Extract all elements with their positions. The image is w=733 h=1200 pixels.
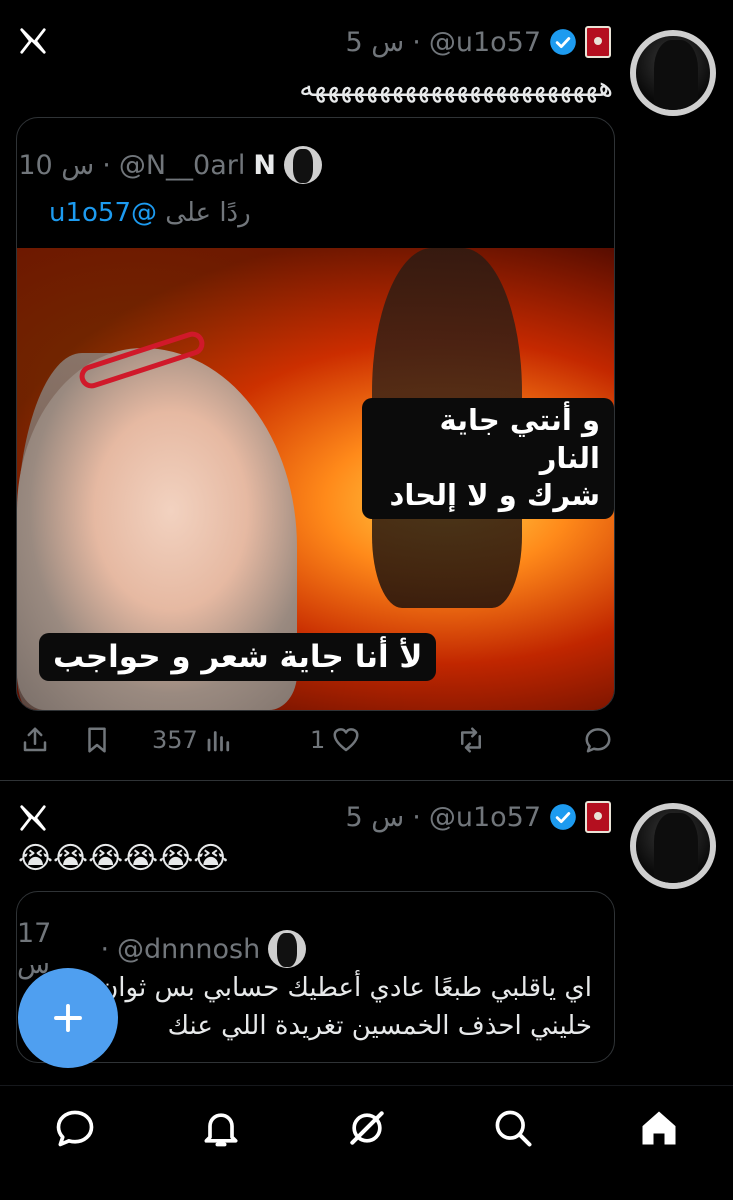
- views-icon: [207, 731, 229, 752]
- bottom-nav: [0, 1085, 733, 1200]
- notifications-icon[interactable]: [199, 1106, 243, 1150]
- tweet-header: 5 س · @u1o57: [345, 801, 611, 833]
- quote-text-line1: اي ياقلبي طبعًا عادي أعطيك حسابي بس ثوان: [99, 973, 592, 1003]
- quote-avatar[interactable]: [268, 930, 306, 968]
- like-button[interactable]: 1: [310, 725, 361, 755]
- quote-handle[interactable]: @N__0arl: [119, 150, 246, 181]
- avatar[interactable]: [630, 30, 716, 116]
- verified-badge-icon: [550, 804, 576, 830]
- views-button[interactable]: 357: [152, 725, 234, 755]
- retweet-icon: [461, 727, 481, 753]
- tweet-text: هههههههههههههههههههههههه: [299, 70, 613, 103]
- reply-prefix: ردًا على: [165, 198, 251, 228]
- reply-context: ردًا على @u1o57: [49, 198, 251, 228]
- tweet-actions: 357 1: [0, 725, 733, 759]
- quote-time: 10 س: [18, 149, 95, 181]
- x-logo-icon: [20, 28, 46, 54]
- meme-caption-top: و أنتي جاية النار شرك و لا إلحاد: [362, 398, 614, 520]
- tweet-text: 😭😭😭😭😭😭: [18, 841, 229, 876]
- flag-emoji-icon: [585, 801, 611, 833]
- tweet-time: 5 س: [345, 26, 405, 58]
- quote-handle[interactable]: @dnnnosh: [117, 934, 260, 965]
- quote-header: 10 س · @N__0arl N: [18, 146, 322, 184]
- like-count: 1: [310, 726, 326, 754]
- meme-caption-bottom: لأ أنا جاية شعر و حواجب: [39, 633, 437, 682]
- verified-badge-icon: [550, 29, 576, 55]
- tweet-handle[interactable]: @u1o57: [429, 27, 541, 58]
- flag-emoji-icon: [585, 26, 611, 58]
- bookmark-button[interactable]: [82, 725, 112, 755]
- meme-image[interactable]: و أنتي جاية النار شرك و لا إلحاد لأ أنا …: [17, 248, 614, 710]
- share-icon: [23, 727, 47, 752]
- plus-icon: [54, 1004, 82, 1032]
- tweet-header: 5 س · @u1o57: [345, 26, 611, 58]
- home-icon[interactable]: [637, 1106, 681, 1150]
- grok-icon[interactable]: [345, 1106, 389, 1150]
- share-button[interactable]: [20, 725, 50, 755]
- bookmark-icon: [88, 727, 106, 753]
- quote-name[interactable]: N: [253, 150, 276, 181]
- avatar[interactable]: [630, 803, 716, 889]
- tweet-2[interactable]: 5 س · @u1o57 😭😭😭😭😭😭 17 س · @dnnnosh اي ي…: [0, 781, 733, 1101]
- reply-icon: [585, 728, 611, 753]
- compose-button[interactable]: [18, 968, 118, 1068]
- tweet-handle[interactable]: @u1o57: [429, 802, 541, 833]
- meme-caption-top-line1: و أنتي جاية النار: [439, 403, 601, 475]
- tweet-1[interactable]: 5 س · @u1o57 هههههههههههههههههههههههه 10…: [0, 0, 733, 780]
- reply-mention[interactable]: @u1o57: [49, 198, 157, 228]
- heart-icon: [333, 728, 359, 752]
- x-logo-icon: [20, 805, 46, 831]
- quoted-tweet[interactable]: 10 س · @N__0arl N ردًا على @u1o57 و أنتي…: [16, 117, 615, 711]
- quote-avatar[interactable]: [284, 146, 322, 184]
- reply-button[interactable]: [583, 725, 613, 755]
- search-icon[interactable]: [491, 1106, 535, 1150]
- retweet-button[interactable]: [456, 725, 486, 755]
- tweet-time: 5 س: [345, 801, 405, 833]
- messages-icon[interactable]: [53, 1106, 97, 1150]
- views-count: 357: [152, 726, 198, 754]
- meme-caption-top-line2: شرك و لا إلحاد: [389, 478, 600, 513]
